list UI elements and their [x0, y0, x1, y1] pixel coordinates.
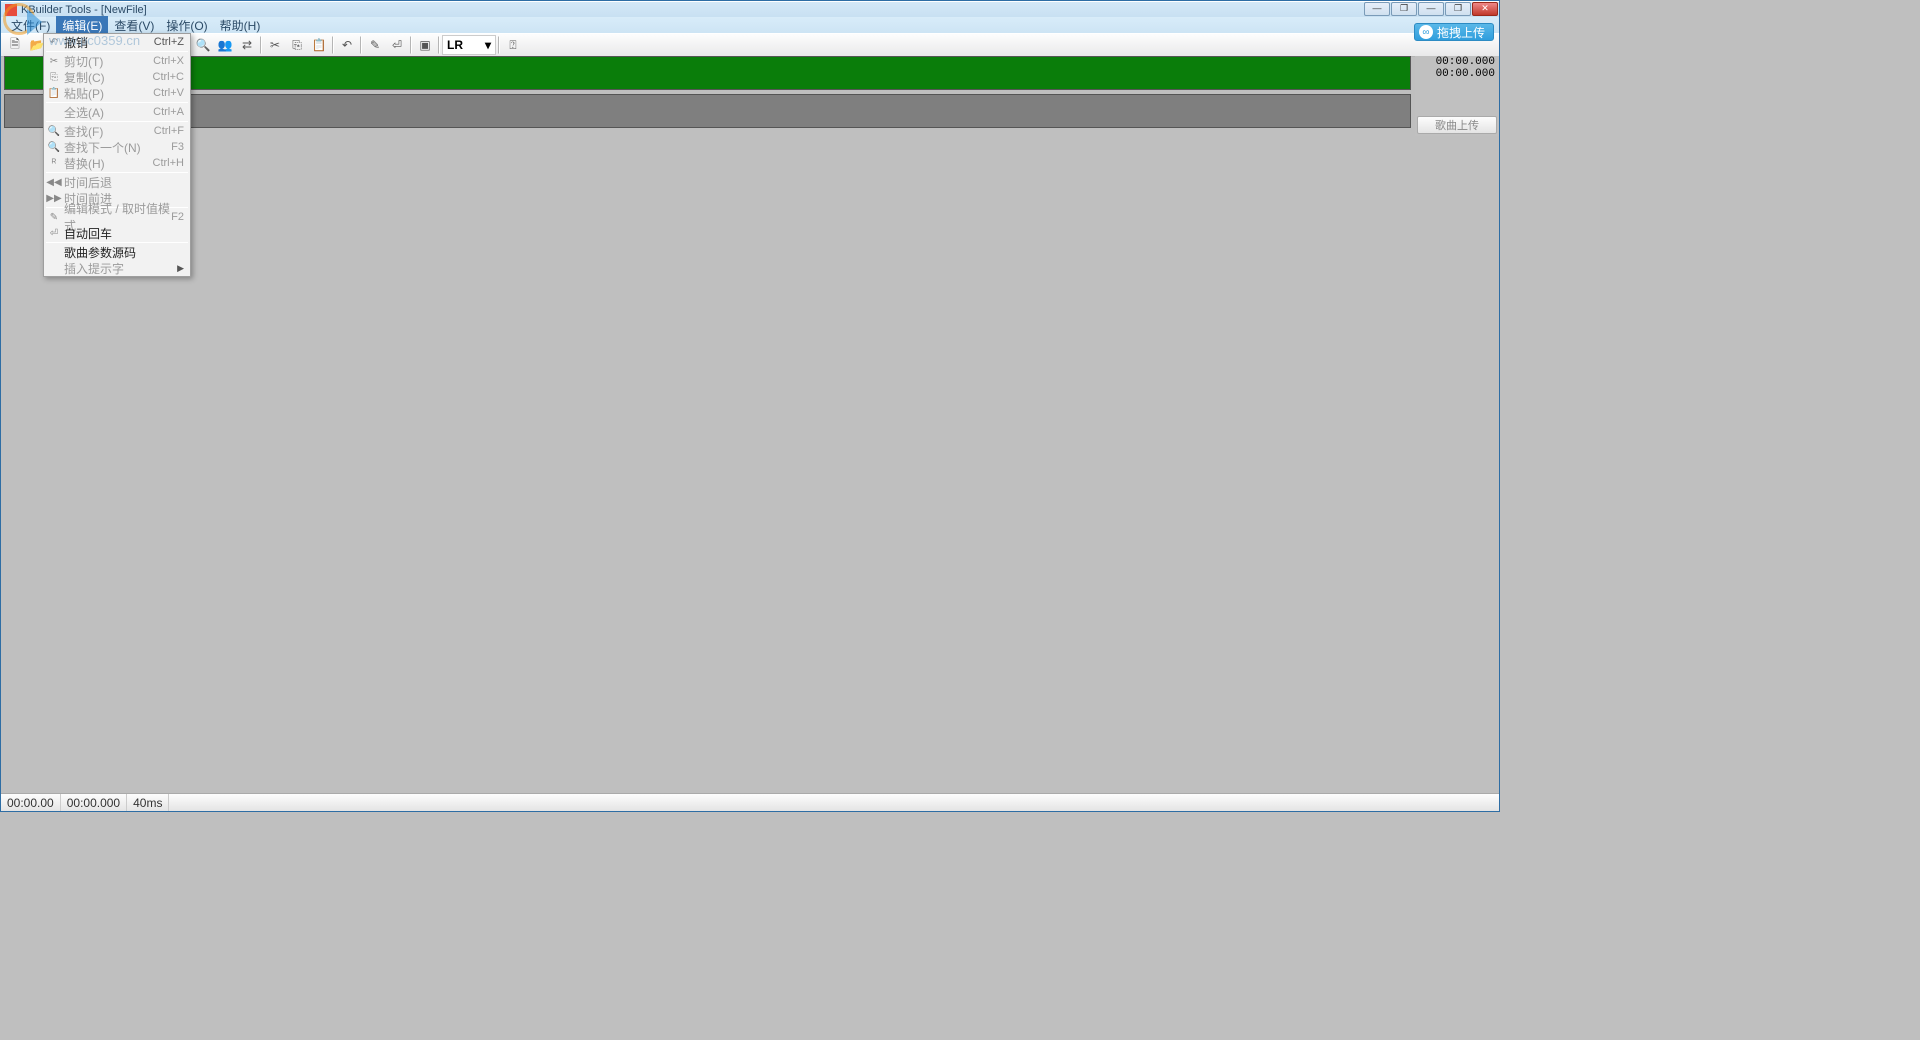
- find-icon[interactable]: 🔍: [192, 35, 214, 55]
- menu-item-icon: ⏎: [46, 228, 62, 239]
- menu-item-自动回车[interactable]: ⏎自动回车: [44, 225, 190, 241]
- copy-icon[interactable]: ⎘: [286, 35, 308, 55]
- source-icon[interactable]: ▣: [414, 35, 436, 55]
- menu-item-shortcut: Ctrl+X: [153, 55, 184, 67]
- upload-song-button[interactable]: 歌曲上传: [1417, 116, 1497, 134]
- menu-help[interactable]: 帮助(H): [214, 16, 267, 35]
- separator: [410, 36, 412, 54]
- cut-icon[interactable]: ✂: [264, 35, 286, 55]
- menu-item-全选A: 全选(A)Ctrl+A: [44, 104, 190, 120]
- track-lyric[interactable]: [4, 56, 1411, 90]
- find-next-icon[interactable]: 👥: [214, 35, 236, 55]
- menu-item-icon: ⎘: [46, 72, 62, 83]
- menu-item-label: 查找下一个(N): [62, 139, 171, 156]
- edit-menu-dropdown: ↶撤销Ctrl+Z✂剪切(T)Ctrl+X⎘复制(C)Ctrl+C📋粘贴(P)C…: [43, 33, 191, 277]
- status-time2: 00:00.000: [61, 794, 127, 811]
- restore-button[interactable]: ❐: [1391, 2, 1417, 16]
- menu-item-查找F: 🔍查找(F)Ctrl+F: [44, 123, 190, 139]
- lr-selector[interactable]: LR ▾: [442, 35, 496, 55]
- menu-item-label: 插入提示字: [62, 260, 177, 277]
- menu-item-label: 粘贴(P): [62, 85, 153, 102]
- submenu-arrow-icon: ▶: [177, 263, 184, 274]
- menu-file[interactable]: 文件(F): [5, 16, 56, 35]
- menu-item-icon: 📋: [46, 88, 62, 99]
- help-icon[interactable]: ⍰: [502, 35, 524, 55]
- menu-item-撤销[interactable]: ↶撤销Ctrl+Z: [44, 34, 190, 50]
- menu-item-复制C: ⎘复制(C)Ctrl+C: [44, 69, 190, 85]
- menu-item-label: 时间后退: [62, 174, 184, 191]
- separator: [438, 36, 440, 54]
- minimize-button[interactable]: —: [1364, 2, 1390, 16]
- menu-item-替换H: ᴿ替换(H)Ctrl+H: [44, 155, 190, 171]
- maximize-button[interactable]: ❐: [1445, 2, 1471, 16]
- separator: [332, 36, 334, 54]
- menu-item-时间后退: ◀◀时间后退: [44, 174, 190, 190]
- menu-item-shortcut: Ctrl+C: [153, 71, 184, 83]
- menu-item-icon: ᴿ: [46, 158, 62, 169]
- replace-icon[interactable]: ⇄: [236, 35, 258, 55]
- menu-action[interactable]: 操作(O): [160, 16, 213, 35]
- menu-item-shortcut: Ctrl+A: [153, 106, 184, 118]
- menu-item-label: 撤销: [62, 34, 154, 51]
- lr-label: LR: [447, 38, 463, 52]
- menu-item-shortcut: F3: [171, 141, 184, 153]
- menu-item-剪切T: ✂剪切(T)Ctrl+X: [44, 53, 190, 69]
- paste-icon[interactable]: 📋: [308, 35, 330, 55]
- status-ms: 40ms: [127, 794, 169, 811]
- menu-edit[interactable]: 编辑(E): [56, 16, 108, 35]
- close-button[interactable]: ✕: [1472, 2, 1498, 16]
- menubar: 文件(F) 编辑(E) 查看(V) 操作(O) 帮助(H): [1, 17, 1499, 33]
- time-display-1: 00:00.000: [1415, 56, 1499, 68]
- cloud-icon: ∞: [1419, 25, 1433, 39]
- auto-enter-icon[interactable]: ⏎: [386, 35, 408, 55]
- menu-item-icon: ✂: [46, 56, 62, 67]
- menu-item-shortcut: Ctrl+V: [153, 87, 184, 99]
- track-secondary[interactable]: [4, 94, 1411, 128]
- dropdown-arrow-icon: ▾: [485, 38, 491, 52]
- separator: [498, 36, 500, 54]
- separator: [360, 36, 362, 54]
- menu-item-粘贴P: 📋粘贴(P)Ctrl+V: [44, 85, 190, 101]
- menu-item-icon: ✎: [46, 212, 62, 223]
- menu-item-label: 替换(H): [62, 155, 153, 172]
- sub-minimize-button[interactable]: —: [1418, 2, 1444, 16]
- app-icon: [5, 4, 17, 16]
- drag-upload-button[interactable]: ∞ 拖拽上传: [1414, 23, 1494, 41]
- menu-view[interactable]: 查看(V): [108, 16, 160, 35]
- menu-item-label: 自动回车: [62, 225, 184, 242]
- menu-item-icon: 🔍: [46, 126, 62, 137]
- menu-item-label: 复制(C): [62, 69, 153, 86]
- menu-item-查找下一个N: 🔍查找下一个(N)F3: [44, 139, 190, 155]
- toolbar: 🗎 📂 💾 ☰ ⏮ ▶ ⏹ ⏭ 🔍 👥 ⇄ ✂ ⎘ 📋 ↶ ✎ ⏎ ▣ LR ▾…: [1, 33, 1499, 57]
- menu-item-icon: ◀◀: [46, 177, 62, 188]
- drag-upload-label: 拖拽上传: [1437, 24, 1485, 41]
- right-panel: 00:00.000 00:00.000 歌曲上传: [1415, 56, 1499, 136]
- statusbar: 00:00.00 00:00.000 40ms: [1, 793, 1499, 811]
- menu-item-label: 全选(A): [62, 104, 153, 121]
- undo-icon[interactable]: ↶: [336, 35, 358, 55]
- separator: [260, 36, 262, 54]
- window-title: KBuilder Tools - [NewFile]: [21, 4, 147, 16]
- track-area: [4, 56, 1411, 128]
- menu-item-shortcut: Ctrl+Z: [154, 36, 184, 48]
- menu-item-编辑模式取时值模式: ✎编辑模式 / 取时值模式F2: [44, 209, 190, 225]
- menu-item-label: 歌曲参数源码: [62, 244, 184, 261]
- menu-item-icon: 🔍: [46, 142, 62, 153]
- menu-item-shortcut: F2: [171, 211, 184, 223]
- time-display-2: 00:00.000: [1415, 68, 1499, 80]
- menu-item-shortcut: Ctrl+H: [153, 157, 184, 169]
- menu-item-歌曲参数源码[interactable]: 歌曲参数源码: [44, 244, 190, 260]
- mode-icon[interactable]: ✎: [364, 35, 386, 55]
- menu-item-label: 查找(F): [62, 123, 154, 140]
- menu-item-label: 剪切(T): [62, 53, 153, 70]
- menu-item-icon: ▶▶: [46, 193, 62, 204]
- new-icon[interactable]: 🗎: [4, 35, 26, 55]
- menu-item-shortcut: Ctrl+F: [154, 125, 184, 137]
- window-controls: — ❐ — ❐ ✕: [1364, 2, 1498, 16]
- menu-item-icon: ↶: [46, 37, 62, 48]
- status-time1: 00:00.00: [1, 794, 61, 811]
- menu-item-插入提示字: 插入提示字▶: [44, 260, 190, 276]
